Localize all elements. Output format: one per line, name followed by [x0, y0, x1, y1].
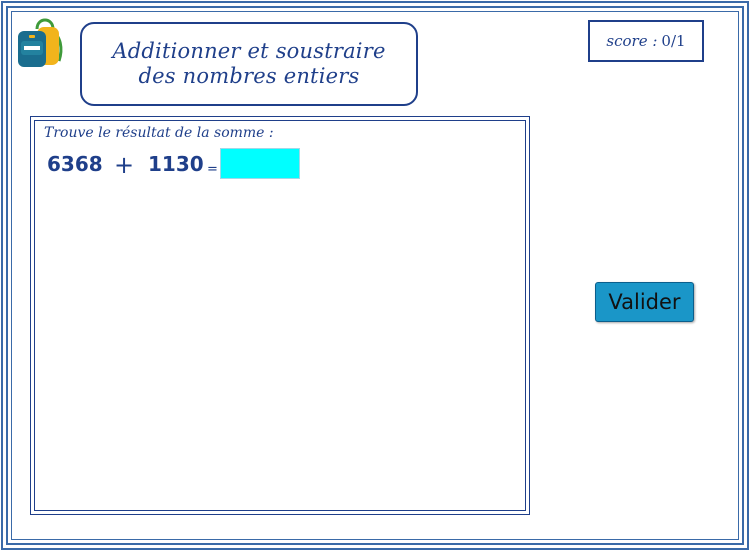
- score-value: 0/1: [661, 32, 686, 50]
- equals-sign: =: [207, 162, 218, 177]
- answer-input[interactable]: [220, 148, 300, 179]
- exercise-panel: Trouve le résultat de la somme : 6368 + …: [30, 116, 530, 515]
- score-label: score :: [606, 32, 658, 50]
- title-box: Additionner et soustraire des nombres en…: [80, 22, 418, 106]
- page-title-line-1: Additionner et soustraire: [112, 39, 386, 63]
- page-title-line-2: des nombres entiers: [138, 64, 360, 88]
- score-box: score : 0/1: [588, 20, 704, 62]
- operand-1: 6368: [47, 152, 103, 176]
- plus-operator: +: [114, 151, 135, 179]
- instruction-text: Trouve le résultat de la somme :: [44, 125, 274, 141]
- backpack-icon: [15, 13, 67, 71]
- operand-2: 1130: [148, 152, 204, 176]
- exercise-panel-inner: Trouve le résultat de la somme : 6368 + …: [34, 120, 526, 511]
- validate-button[interactable]: Valider: [595, 282, 694, 322]
